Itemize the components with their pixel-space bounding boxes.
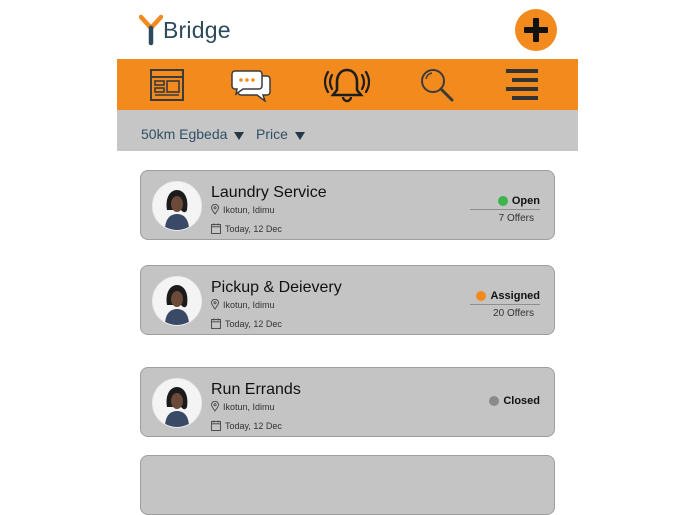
status-divider: [470, 304, 540, 305]
task-location: Ikotun, Idimu: [211, 401, 275, 412]
y-logo-icon: [139, 14, 163, 46]
location-pin-icon: [211, 204, 219, 215]
chat-icon: [231, 69, 271, 102]
task-date-text: Today, 12 Dec: [225, 318, 282, 329]
task-title: Pickup & Deievery: [211, 279, 342, 296]
calendar-icon: [211, 420, 221, 431]
task-title: Run Errands: [211, 381, 301, 398]
task-location-text: Ikotun, Idimu: [223, 401, 275, 412]
location-filter-dropdown[interactable]: 50km Egbeda: [141, 126, 245, 142]
nav-item-messages[interactable]: [221, 59, 281, 110]
avatar: [152, 378, 202, 428]
task-location: Ikotun, Idimu: [211, 204, 275, 215]
task-card[interactable]: [140, 455, 555, 515]
nav-item-menu[interactable]: [492, 59, 552, 110]
filter-bar: 50km Egbeda Price: [117, 110, 578, 151]
search-icon: [421, 68, 454, 101]
status-text: Open: [511, 195, 540, 207]
status-dot: [489, 396, 500, 406]
layout-icon: [150, 68, 184, 101]
bell-icon: [324, 68, 370, 102]
chevron-down-icon: [234, 131, 245, 140]
location-pin-icon: [211, 401, 219, 412]
status-badge: Open: [497, 195, 540, 207]
nav-item-notifications[interactable]: [317, 59, 377, 110]
location-filter-label: 50km Egbeda: [141, 126, 228, 142]
task-date: Today, 12 Dec: [211, 420, 282, 431]
task-title: Laundry Service: [211, 184, 327, 201]
price-filter-label: Price: [256, 126, 288, 142]
task-location-text: Ikotun, Idimu: [223, 204, 275, 215]
status-badge: Closed: [489, 395, 540, 407]
status-text: Closed: [503, 395, 540, 407]
plus-icon: [524, 18, 548, 42]
price-filter-dropdown[interactable]: Price: [256, 126, 305, 142]
menu-icon: [506, 68, 538, 100]
task-location-text: Ikotun, Idimu: [223, 299, 275, 310]
brand-name: Bridge: [163, 16, 231, 43]
status-badge: Assigned: [476, 290, 540, 302]
task-card[interactable]: Laundry Service Ikotun, Idimu Today, 12 …: [140, 170, 555, 240]
calendar-icon: [211, 223, 221, 234]
task-date: Today, 12 Dec: [211, 318, 282, 329]
nav-item-search[interactable]: [407, 59, 467, 110]
location-pin-icon: [211, 299, 219, 310]
task-date-text: Today, 12 Dec: [225, 420, 282, 431]
offers-count: 20 Offers: [493, 308, 534, 319]
add-task-button[interactable]: [515, 9, 557, 51]
nav-item-feed[interactable]: [137, 59, 197, 110]
avatar: [152, 181, 202, 231]
calendar-icon: [211, 318, 221, 329]
chevron-down-icon: [294, 131, 305, 140]
status-divider: [470, 209, 540, 210]
task-card[interactable]: Pickup & Deievery Ikotun, Idimu Today, 1…: [140, 265, 555, 335]
task-location: Ikotun, Idimu: [211, 299, 275, 310]
app-header: Bridge: [117, 0, 578, 59]
task-card[interactable]: Run Errands Ikotun, Idimu Today, 12 Dec …: [140, 367, 555, 437]
status-dot: [497, 196, 508, 206]
offers-count: 7 Offers: [498, 213, 534, 224]
status-dot: [476, 291, 487, 301]
status-text: Assigned: [490, 290, 540, 302]
task-date-text: Today, 12 Dec: [225, 223, 282, 234]
task-date: Today, 12 Dec: [211, 223, 282, 234]
nav-bar: [117, 59, 578, 110]
avatar: [152, 276, 202, 326]
app-screen: Bridge 50km Egbeda Price Laundry Service…: [117, 0, 578, 515]
brand-logo: Bridge: [139, 14, 231, 46]
